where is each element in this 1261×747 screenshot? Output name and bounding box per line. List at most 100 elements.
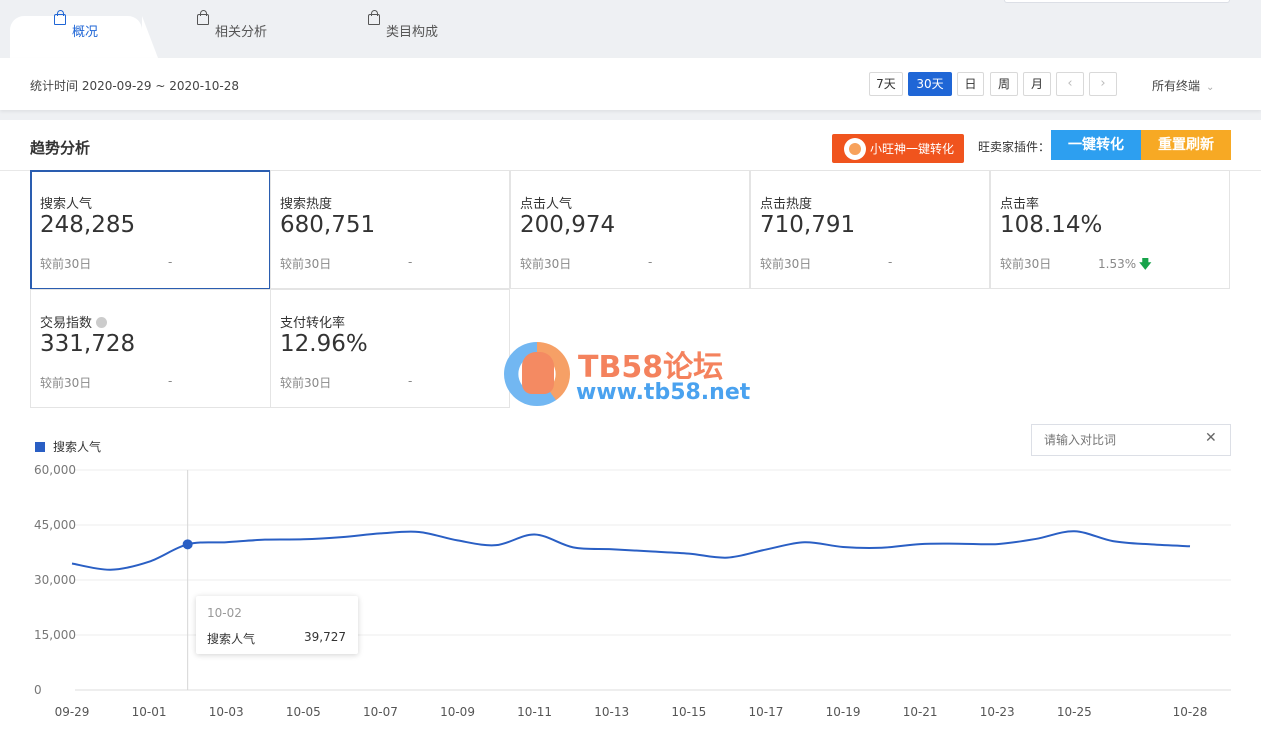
period-7d-button[interactable]: 7天: [869, 72, 903, 96]
x-tick-label: 10-19: [826, 705, 861, 719]
tab-label: 概况: [71, 25, 98, 40]
top-tab-bar: 概况 相关分析 类目构成: [0, 0, 1261, 58]
xiaowang-label: 小旺神一键转化: [870, 142, 955, 156]
bag-icon: [53, 10, 66, 25]
metric-label: 点击热度: [760, 197, 813, 212]
metric-delta: -: [408, 255, 413, 269]
metric-value: 331,728: [40, 331, 136, 357]
metric-delta-value: 1.53%: [1098, 257, 1137, 271]
arrow-down-icon: 🡇: [1139, 257, 1152, 271]
legend-label: 搜索人气: [53, 440, 102, 454]
metric-label: 交易指数: [40, 312, 108, 331]
metric-value: 248,285: [40, 212, 136, 238]
terminal-select[interactable]: 所有终端 ⌄: [1152, 77, 1214, 94]
metric-card-search-heat[interactable]: 搜索热度 680,751 较前30日 -: [270, 170, 510, 289]
metric-card-click-rate[interactable]: 点击率 108.14% 较前30日 1.53% 🡇: [990, 170, 1230, 289]
x-tick-label: 09-29: [55, 705, 90, 719]
tab-label: 相关分析: [215, 25, 268, 40]
metric-compare: 较前30日: [40, 376, 92, 390]
tab-category-composition[interactable]: 类目构成: [368, 10, 439, 58]
period-month-button[interactable]: 月: [1023, 72, 1051, 96]
metric-compare: 较前30日: [280, 376, 332, 390]
metric-compare: 较前30日: [280, 257, 332, 271]
metric-card-click-popularity[interactable]: 点击人气 200,974 较前30日 -: [510, 170, 750, 289]
metric-delta: -: [888, 255, 893, 269]
x-tick-label: 10-21: [903, 705, 938, 719]
period-day-button[interactable]: 日: [957, 72, 984, 96]
metric-compare: 较前30日: [40, 257, 92, 271]
metric-card-search-popularity[interactable]: 搜索人气 248,285 较前30日 -: [30, 170, 271, 290]
metric-label: 支付转化率: [280, 316, 346, 331]
metric-delta: -: [168, 255, 173, 269]
x-tick-label: 10-23: [980, 705, 1015, 719]
metric-compare: 较前30日: [760, 257, 812, 271]
x-tick-label: 10-25: [1057, 705, 1092, 719]
metric-delta: -: [168, 374, 173, 388]
x-tick-label: 10-28: [1173, 705, 1208, 719]
chevron-left-icon[interactable]: ‹: [1056, 72, 1084, 96]
x-tick-label: 10-01: [132, 705, 167, 719]
plugin-label: 旺卖家插件：: [978, 140, 1051, 154]
metric-compare: 较前30日: [1000, 257, 1052, 271]
close-icon[interactable]: ✕: [1205, 430, 1217, 446]
convert-button[interactable]: 一键转化: [1051, 130, 1141, 160]
panel-title: 趋势分析: [30, 139, 91, 157]
chart-legend[interactable]: 搜索人气: [35, 438, 101, 455]
metric-delta: 1.53% 🡇: [1098, 255, 1151, 276]
stat-time: 统计时间 2020-09-29 ~ 2020-10-28: [30, 79, 239, 93]
bag-icon: [368, 10, 380, 25]
xiaowang-convert-button[interactable]: 小旺神一键转化: [832, 134, 964, 163]
xiaowang-logo-icon: [844, 137, 866, 160]
hand-icon: [522, 352, 554, 394]
y-tick-label: 15,000: [34, 628, 76, 642]
x-tick-label: 10-09: [440, 705, 475, 719]
help-icon[interactable]: [96, 317, 108, 328]
period-week-button[interactable]: 周: [990, 72, 1018, 96]
tab-label: 类目构成: [386, 25, 439, 40]
watermark: TB58论坛 www.tb58.net: [504, 342, 764, 412]
data-point-highlight: [182, 539, 193, 550]
metric-card-click-heat[interactable]: 点击热度 710,791 较前30日 -: [750, 170, 990, 289]
tooltip-value: 39,727: [304, 630, 346, 644]
x-tick-label: 10-13: [594, 705, 629, 719]
terminal-label: 所有终端: [1152, 79, 1201, 93]
metric-label: 搜索热度: [280, 197, 333, 212]
compare-word-input[interactable]: [1031, 424, 1231, 456]
metric-value: 200,974: [520, 212, 616, 238]
metric-card-pay-conversion[interactable]: 支付转化率 12.96% 较前30日 -: [270, 289, 510, 408]
metric-label: 点击人气: [520, 197, 573, 212]
metric-compare: 较前30日: [520, 257, 572, 271]
trend-line-chart[interactable]: 60,000 45,000 30,000 15,000 0 09-29 10-01 10-03…: [0, 460, 1261, 747]
y-tick-label: 0: [34, 683, 42, 697]
tooltip-series: 搜索人气: [207, 632, 256, 646]
metric-card-trade-index[interactable]: 交易指数 331,728 较前30日 -: [30, 289, 271, 408]
tab-overview[interactable]: 概况: [10, 10, 142, 58]
metric-delta: -: [408, 374, 413, 388]
top-search-input[interactable]: [1004, 0, 1230, 3]
x-tick-label: 10-15: [671, 705, 706, 719]
x-tick-label: 10-05: [286, 705, 321, 719]
y-tick-label: 60,000: [34, 463, 76, 477]
legend-swatch: [35, 441, 45, 452]
metric-label-text: 交易指数: [40, 316, 93, 331]
chevron-right-icon[interactable]: ›: [1089, 72, 1117, 96]
x-tick-label: 10-07: [363, 705, 398, 719]
trend-panel: 趋势分析 小旺神一键转化 旺卖家插件： 一键转化 重置刷新 搜索人气 248,2…: [0, 120, 1261, 747]
refresh-button[interactable]: 重置刷新: [1141, 130, 1231, 160]
x-tick-label: 10-11: [517, 705, 552, 719]
chart-tooltip: 10-02 搜索人气 39,727: [196, 596, 358, 654]
y-tick-label: 45,000: [34, 518, 76, 532]
metric-label: 搜索人气: [40, 197, 93, 212]
chevron-down-icon: ⌄: [1206, 82, 1215, 93]
bag-icon: [197, 10, 209, 25]
x-tick-label: 10-17: [748, 705, 783, 719]
metric-delta: -: [648, 255, 653, 269]
watermark-url: www.tb58.net: [576, 380, 751, 405]
period-30d-button[interactable]: 30天: [908, 72, 952, 96]
metric-label: 点击率: [1000, 197, 1040, 212]
metric-value: 710,791: [760, 212, 856, 238]
y-tick-label: 30,000: [34, 573, 76, 587]
x-tick-label: 10-03: [209, 705, 244, 719]
tab-related-analysis[interactable]: 相关分析: [197, 10, 268, 58]
metric-value: 108.14%: [1000, 212, 1103, 238]
